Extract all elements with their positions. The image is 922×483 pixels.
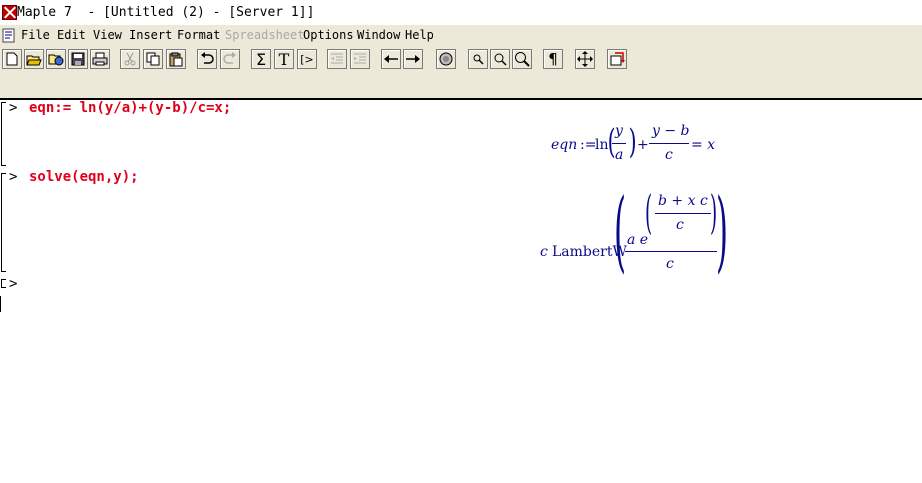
frac2-numerator: y − b: [652, 123, 690, 139]
menu-bar: File Edit View Insert Format Spreadsheet…: [0, 25, 922, 46]
document-menu-icon[interactable]: [2, 28, 16, 43]
exp-paren-left: (: [645, 185, 653, 239]
arrow-left-icon[interactable]: [381, 49, 401, 69]
output-lhs: eqn: [551, 137, 578, 153]
frac2-bar: [649, 143, 689, 144]
input-prompt: >: [9, 169, 18, 185]
output-equals: = x: [691, 137, 716, 153]
indent-icon[interactable]: [350, 49, 370, 69]
prompt-icon[interactable]: [>: [297, 49, 317, 69]
save-disk-icon[interactable]: [68, 49, 88, 69]
context-bar: [0, 74, 922, 100]
execution-group-bracket[interactable]: [1, 173, 6, 272]
sigma-icon[interactable]: Σ: [251, 49, 271, 69]
output-equation: eqn := ln ( y a ) + y − b c = x: [551, 123, 721, 165]
main-denominator: c: [666, 256, 674, 272]
maple-app-icon[interactable]: [2, 5, 17, 20]
main-fraction-bar: [625, 251, 717, 252]
input-prompt: >: [9, 276, 18, 292]
paren-right-large: ): [716, 179, 729, 282]
text-t-icon[interactable]: T: [274, 49, 294, 69]
exponent-numerator: b + x c: [658, 193, 708, 209]
menu-insert[interactable]: Insert: [129, 25, 172, 46]
new-document-icon[interactable]: [2, 49, 22, 69]
paren-left-large: (: [614, 179, 627, 282]
stop-icon[interactable]: [436, 49, 456, 69]
pilcrow-icon[interactable]: ¶: [543, 49, 563, 69]
exponent-denominator: c: [676, 217, 684, 233]
frac2-denominator: c: [665, 147, 673, 163]
window-title: Maple 7 - [Untitled (2) - [Server 1]]: [17, 5, 315, 20]
arrow-right-icon[interactable]: [403, 49, 423, 69]
worksheet[interactable]: > eqn:= ln(y/a)+(y-b)/c=x; eqn := ln ( y…: [0, 100, 922, 483]
text-cursor: [0, 296, 1, 312]
input-command[interactable]: eqn:= ln(y/a)+(y-b)/c=x;: [29, 100, 231, 116]
menu-view[interactable]: View: [93, 25, 122, 46]
redo-icon[interactable]: [220, 49, 240, 69]
undo-icon[interactable]: [197, 49, 217, 69]
execution-group-bracket[interactable]: [1, 279, 6, 288]
menu-file[interactable]: File: [21, 25, 50, 46]
toolbar: Σ T [> ¶: [0, 46, 922, 74]
open-folder-icon[interactable]: [24, 49, 44, 69]
menu-help[interactable]: Help: [405, 25, 434, 46]
output-solution: c LambertW ( a e ( b + x c c ) c ): [540, 179, 730, 282]
open-url-icon[interactable]: [46, 49, 66, 69]
paren-right: ): [628, 122, 637, 162]
printer-icon[interactable]: [90, 49, 110, 69]
menu-edit[interactable]: Edit: [57, 25, 86, 46]
menu-window[interactable]: Window: [357, 25, 400, 46]
output-plus: +: [637, 137, 649, 153]
frac1-denominator: a: [615, 147, 624, 163]
menu-spreadsheet[interactable]: Spreadsheet: [225, 25, 304, 46]
zoom-small-icon[interactable]: [468, 49, 488, 69]
restart-icon[interactable]: [607, 49, 627, 69]
scissors-icon[interactable]: [120, 49, 140, 69]
menu-format[interactable]: Format: [177, 25, 220, 46]
frac1-bar: [612, 143, 626, 144]
input-prompt: >: [9, 100, 18, 116]
paste-icon[interactable]: [166, 49, 186, 69]
copy-icon[interactable]: [143, 49, 163, 69]
frac1-numerator: y: [615, 123, 623, 139]
zoom-large-icon[interactable]: [512, 49, 532, 69]
output-assign: :=: [580, 137, 597, 153]
menu-options[interactable]: Options: [303, 25, 354, 46]
output-func: ln: [595, 137, 609, 153]
exponent-bar: [655, 213, 711, 214]
input-command[interactable]: solve(eqn,y);: [29, 169, 139, 185]
zoom-medium-icon[interactable]: [490, 49, 510, 69]
expand-arrows-icon[interactable]: [575, 49, 595, 69]
output-coef: c: [540, 244, 548, 260]
outdent-icon[interactable]: [327, 49, 347, 69]
title-bar: Maple 7 - [Untitled (2) - [Server 1]]: [0, 0, 922, 25]
execution-group-bracket[interactable]: [1, 102, 6, 166]
